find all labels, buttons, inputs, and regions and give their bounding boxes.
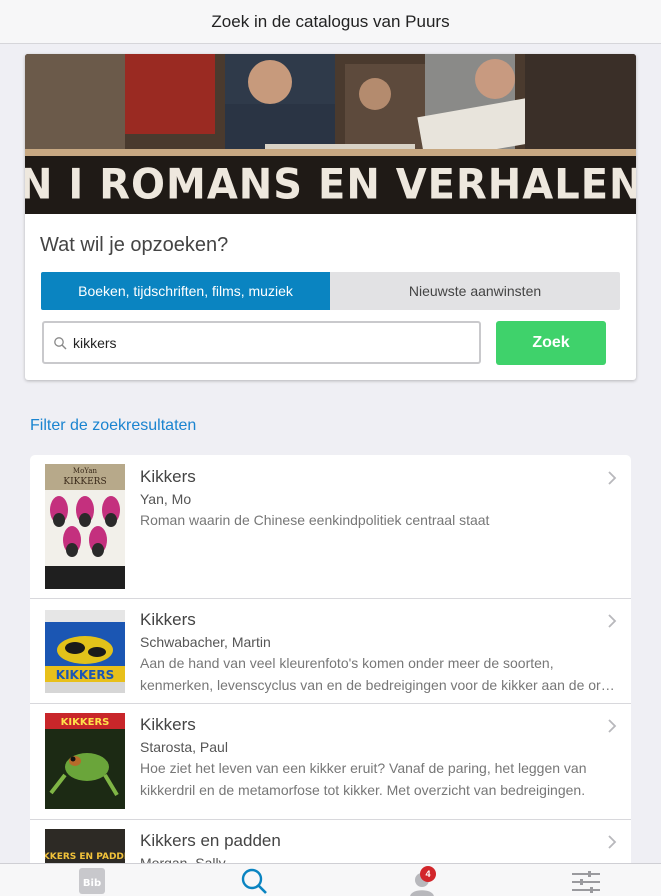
page-title: Zoek in de catalogus van Puurs	[211, 11, 450, 31]
result-item[interactable]: MoYan KIKKERS Kikkers Yan, Mo Roman waar…	[30, 455, 631, 599]
book-cover: KIKKERS	[45, 713, 125, 809]
cover-title-text: KIKKERS	[63, 477, 106, 487]
cover-author-text: MoYan	[73, 467, 98, 475]
result-author: Morgan, Sally	[140, 855, 226, 863]
result-description: Hoe ziet het leven van een kikker eruit?…	[140, 757, 615, 801]
search-icon	[54, 336, 67, 349]
result-description: Roman waarin de Chinese eenkindpolitiek …	[140, 509, 615, 531]
banner-strip: N I ROMANS EN VERHALEN I BEEL	[25, 156, 636, 214]
search-icon	[241, 868, 267, 894]
library-readers-photo	[25, 54, 636, 164]
search-card: N I ROMANS EN VERHALEN I BEEL Wat wil je…	[25, 54, 636, 380]
result-title: Kikkers en padden	[140, 831, 281, 850]
result-item[interactable]: KIKKERS Kikkers Schwabacher, Martin Aan …	[30, 599, 631, 704]
result-description-line: Roman waarin de Chinese eenkindpolitiek …	[140, 512, 490, 528]
result-description-line: Hoe ziet het leven van een kikker eruit?…	[140, 760, 587, 776]
result-description: Aan de hand van veel kleurenfoto's komen…	[140, 652, 615, 696]
cover-title-text: KIKKERS EN PADDEN	[45, 852, 125, 862]
result-description-line: kenmerken, levenscyclus van en de bedrei…	[140, 677, 615, 693]
result-description-line: kikkerdril en de metamorfose tot kikker.…	[140, 782, 586, 798]
account-tab[interactable]: 4	[402, 864, 442, 896]
result-author: Starosta, Paul	[140, 739, 228, 755]
book-cover: KIKKERS	[45, 610, 125, 693]
top-navigation-bar: Zoek in de catalogus van Puurs	[0, 0, 661, 44]
search-question: Wat wil je opzoeken?	[40, 234, 229, 256]
search-tab[interactable]	[236, 864, 272, 896]
tab-newest-acquisitions[interactable]: Nieuwste aanwinsten	[330, 272, 620, 310]
search-field[interactable]	[42, 321, 481, 364]
book-cover: MoYan KIKKERS	[45, 464, 125, 589]
chevron-right-icon	[608, 614, 617, 628]
search-input[interactable]	[73, 334, 463, 351]
bib-logo-text: Bib	[83, 878, 101, 889]
home-logo-tab[interactable]: Bib	[72, 864, 112, 896]
book-cover: KIKKERS EN PADDEN	[45, 829, 125, 863]
result-author: Yan, Mo	[140, 491, 192, 507]
bottom-tab-bar: Bib 4	[0, 863, 661, 896]
results-list: MoYan KIKKERS Kikkers Yan, Mo Roman waar…	[30, 455, 631, 863]
cover-title-text: KIKKERS	[61, 717, 110, 728]
result-item[interactable]: KIKKERS EN PADDEN Kikkers en padden Morg…	[30, 820, 631, 863]
tab-books-magazines-films-music[interactable]: Boeken, tijdschriften, films, muziek	[41, 272, 330, 310]
settings-tab[interactable]	[568, 864, 604, 896]
bib-logo-icon: Bib	[79, 868, 105, 894]
chevron-right-icon	[608, 719, 617, 733]
banner-image: N I ROMANS EN VERHALEN I BEEL	[25, 54, 636, 214]
result-title: Kikkers	[140, 715, 196, 734]
result-title: Kikkers	[140, 610, 196, 629]
banner-text: N I ROMANS EN VERHALEN I BEEL	[25, 160, 636, 210]
search-type-tabs: Boeken, tijdschriften, films, muziek Nie…	[41, 272, 620, 310]
result-item[interactable]: KIKKERS Kikkers Starosta, Paul Hoe ziet …	[30, 704, 631, 820]
chevron-right-icon	[608, 471, 617, 485]
result-author: Schwabacher, Martin	[140, 634, 271, 650]
result-title: Kikkers	[140, 467, 196, 486]
notification-badge: 4	[420, 866, 436, 882]
settings-sliders-icon	[572, 871, 600, 893]
filter-results-link[interactable]: Filter de zoekresultaten	[30, 417, 196, 435]
chevron-right-icon	[608, 835, 617, 849]
cover-title-text: KIKKERS	[56, 668, 114, 682]
search-button[interactable]: Zoek	[496, 321, 606, 365]
result-description-line: Aan de hand van veel kleurenfoto's komen…	[140, 655, 554, 671]
